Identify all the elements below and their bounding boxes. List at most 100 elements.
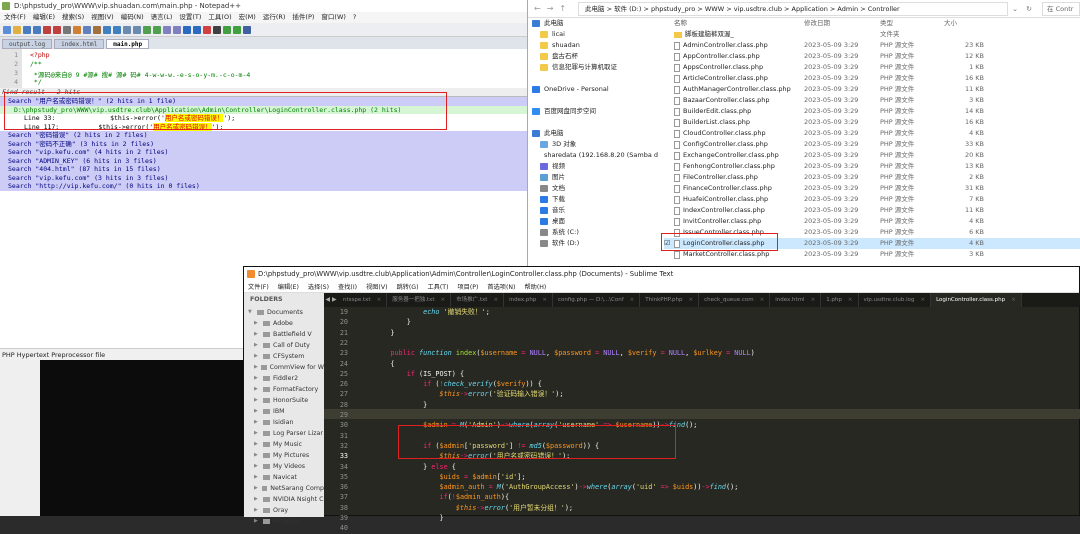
play-macro-icon[interactable] [223,25,231,34]
sublime-menu-item[interactable]: 项目(P) [457,282,478,292]
sublime-menu-item[interactable]: 文件(F) [248,282,269,292]
sublime-tab[interactable]: ThinkPHP.php × [640,293,700,307]
search-input[interactable]: 在 Contr [1042,1,1080,16]
npp-tab[interactable]: index.html [54,39,105,49]
sublime-menu-item[interactable]: 首选项(N) [487,282,515,292]
file-row[interactable]: ConfigController.class.php 2023-05-09 3:2… [664,139,1080,150]
col-type-header[interactable]: 类型 [880,18,944,29]
cut-icon[interactable] [73,25,81,34]
refresh-icon[interactable]: ↻ [1022,5,1036,13]
sidebar-folder[interactable]: ▶ My Music [244,439,324,450]
sublime-menu-item[interactable]: 跳转(G) [397,282,419,292]
sublime-tab[interactable]: 市场推广.txt × [451,293,505,307]
nav-item[interactable]: 信息犯罪与计算机取证 [528,62,658,73]
row-checkbox[interactable] [664,183,674,194]
row-checkbox[interactable] [664,62,674,73]
copy-icon[interactable] [83,25,91,34]
npp-menu-item[interactable]: 视图(V) [91,12,114,23]
save-all-icon[interactable] [33,25,41,34]
col-date-header[interactable]: 修改日期 [804,18,880,29]
print-icon[interactable] [63,25,71,34]
close-icon[interactable]: × [493,297,498,303]
npp-menu-item[interactable]: 设置(T) [179,12,201,23]
sublime-menu-item[interactable]: 工具(T) [428,282,449,292]
nav-item[interactable]: 音乐 [528,205,658,216]
row-checkbox[interactable] [664,216,674,227]
close-file-icon[interactable] [43,25,51,34]
close-all-icon[interactable] [53,25,61,34]
sublime-tab[interactable]: check_queue.com × [699,293,771,307]
nav-item[interactable]: 此电脑 [528,18,658,29]
row-checkbox[interactable] [664,117,674,128]
sublime-tab[interactable]: 服务器一把独.txt × [387,293,452,307]
sublime-editor[interactable]: echo '撤销失败！'; } } public function index(… [324,307,1080,532]
row-checkbox[interactable] [664,106,674,117]
sublime-menu-item[interactable]: 查找(I) [338,282,357,292]
close-icon[interactable]: × [1011,297,1016,303]
back-icon[interactable]: ← [534,4,541,13]
sublime-menu-item[interactable]: 帮助(H) [524,282,546,292]
find-result-search[interactable]: Search "http://vip.kefu.com/" (0 hits in… [0,182,540,191]
row-checkbox[interactable] [664,150,674,161]
file-row[interactable]: IndexController.class.php 2023-05-09 3:29… [664,205,1080,216]
sublime-menu-item[interactable]: 选择(S) [308,282,329,292]
row-checkbox[interactable] [664,194,674,205]
file-row[interactable]: AppController.class.php 2023-05-09 3:29 PH… [664,51,1080,62]
npp-tab[interactable]: output.log [2,39,53,49]
npp-tab[interactable]: main.php [106,39,150,49]
sidebar-folder[interactable]: ▶ CFSystem [244,351,324,362]
redo-icon[interactable] [113,25,121,34]
nav-item[interactable]: 3D 对象 [528,139,658,150]
sublime-tab[interactable]: index.html × [770,293,822,307]
record-macro-icon[interactable] [203,25,211,34]
sidebar-folder[interactable]: ▶ Battlefield V [244,329,324,340]
file-row[interactable]: AppsController.class.php 2023-05-09 3:29 P… [664,62,1080,73]
sublime-tab[interactable]: index.php × [504,293,553,307]
row-checkbox[interactable] [664,172,674,183]
sidebar-folder[interactable]: ▶ CommView for W [244,362,324,373]
nav-item[interactable]: shuadan [528,40,658,51]
sublime-menu-item[interactable]: 视图(V) [366,282,387,292]
sidebar-folder[interactable]: ▶ Adobe [244,318,324,329]
file-row[interactable]: InvitController.class.php 2023-05-09 3:29… [664,216,1080,227]
nav-item[interactable]: 桌面 [528,216,658,227]
row-checkbox[interactable] [664,40,674,51]
find-result-search[interactable]: Search "vip.kefu.com" (3 hits in 3 files… [0,173,540,182]
word-wrap-icon[interactable] [173,25,181,34]
sidebar-folder[interactable]: ▶ Log Parser Lizar [244,428,324,439]
find-result-search[interactable]: Search "密码不正确" (3 hits in 2 files) [0,139,540,148]
stop-macro-icon[interactable] [213,25,221,34]
file-row[interactable]: HuafeiController.class.php 2023-05-09 3:2… [664,194,1080,205]
indent-guide-icon[interactable] [193,25,201,34]
sidebar-folder[interactable]: ▶ Oray [244,505,324,516]
sidebar-folder[interactable]: ▶ My Videos [244,461,324,472]
close-icon[interactable]: × [811,297,816,303]
sidebar-folder[interactable]: ▶ Navicat [244,472,324,483]
breadcrumb[interactable]: 此电脑 > 软件 (D:) > phpstudy_pro > WWW > vip… [578,1,1008,16]
find-result-search[interactable]: Search "ADMIN_KEY" (6 hits in 3 files) [0,156,540,165]
nav-item[interactable]: 文档 [528,183,658,194]
nav-item[interactable]: 视频 [528,161,658,172]
show-all-chars-icon[interactable] [183,25,191,34]
dropdown-icon[interactable]: ⌄ [1008,5,1022,13]
nav-item[interactable]: 百度网盘同步空间 [528,106,658,117]
row-checkbox[interactable] [664,161,674,172]
find-icon[interactable] [123,25,131,34]
row-checkbox[interactable] [664,139,674,150]
npp-menu-item[interactable]: 搜索(S) [62,12,84,23]
close-icon[interactable]: × [920,297,925,303]
close-icon[interactable]: × [377,297,382,303]
file-row[interactable]: AuthManagerController.class.php 2023-05-0… [664,84,1080,95]
find-result-search[interactable]: Search "vip.kefu.com" (4 hits in 2 files… [0,148,540,157]
open-file-icon[interactable] [13,25,21,34]
npp-menu-item[interactable]: 编码(N) [121,12,144,23]
nav-item[interactable]: 此电脑 [528,128,658,139]
sidebar-folder[interactable]: ▶ NVIDIA Nsight C [244,494,324,505]
sidebar-folder[interactable]: ▶ Call of Duty [244,340,324,351]
up-icon[interactable]: ↑ [559,4,566,13]
file-row[interactable]: AdminController.class.php 2023-05-09 3:29… [664,40,1080,51]
sidebar-folder[interactable]: ▶ Panqute [244,516,324,527]
file-row[interactable]: ExchangeController.class.php 2023-05-09 3… [664,150,1080,161]
npp-menu-item[interactable]: 插件(P) [292,12,314,23]
find-result-search[interactable]: Search "404.html" (87 hits in 15 files) [0,165,540,174]
